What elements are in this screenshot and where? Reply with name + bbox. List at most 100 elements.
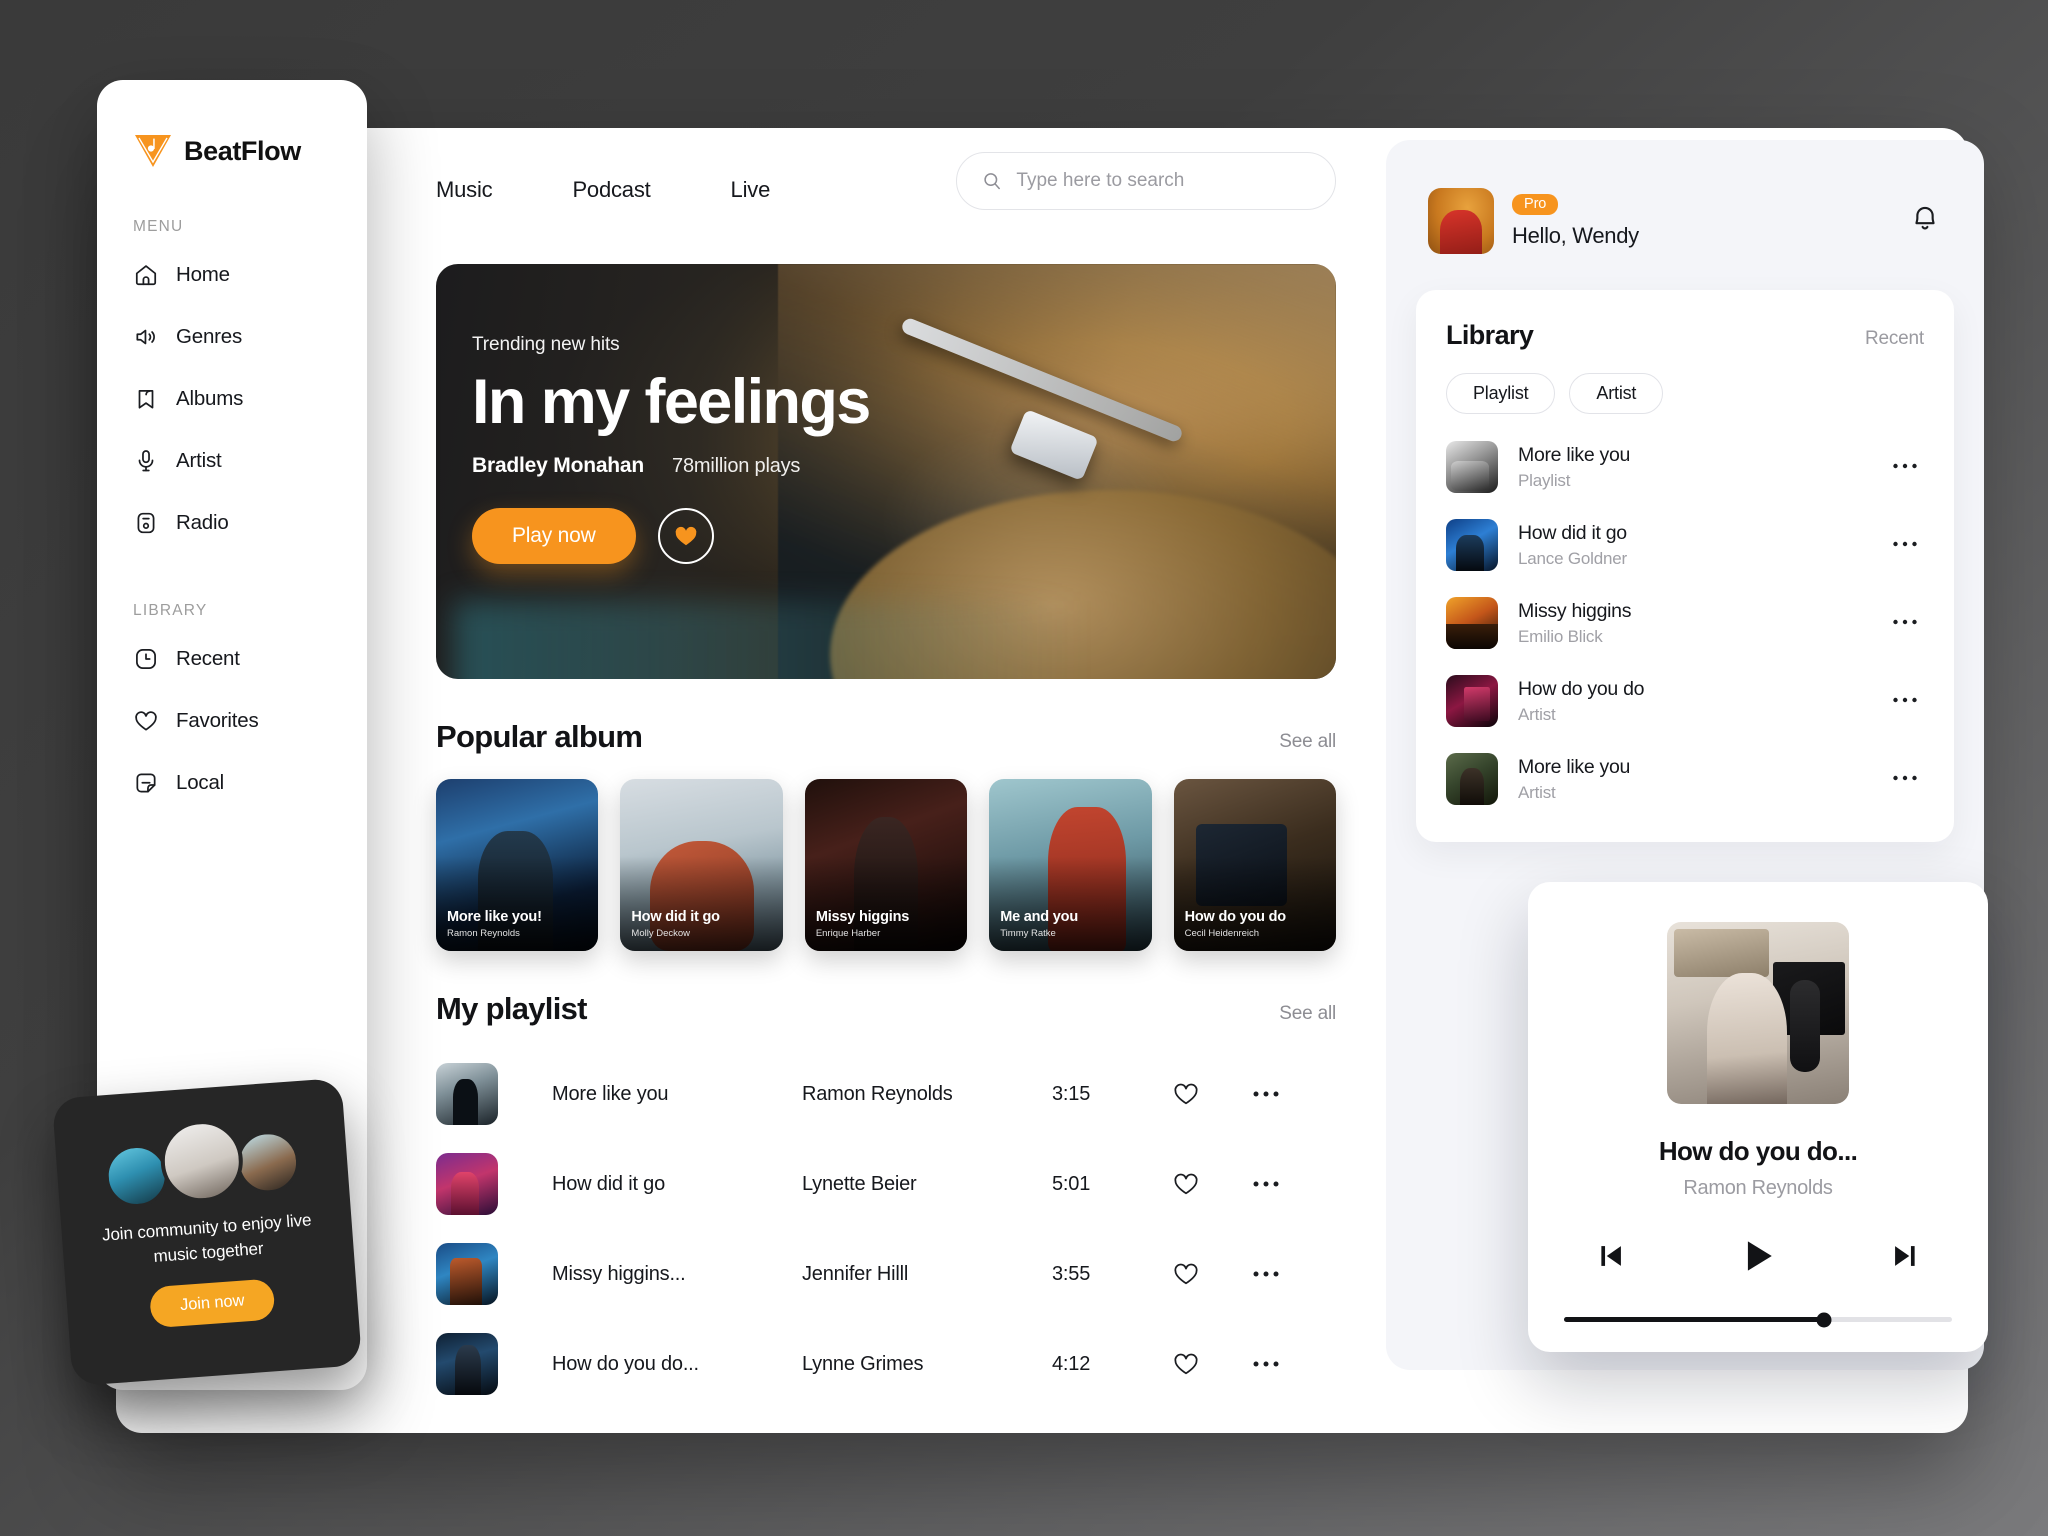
album-card[interactable]: How do you do Cecil Heidenreich xyxy=(1173,779,1337,951)
track-artwork xyxy=(436,1243,498,1305)
library-recent-filter[interactable]: Recent xyxy=(1865,328,1924,350)
ellipsis-icon xyxy=(1893,697,1917,703)
library-item-more-button[interactable] xyxy=(1892,536,1924,554)
track-like-button[interactable] xyxy=(1172,1170,1252,1198)
library-item-artwork xyxy=(1446,675,1498,727)
list-item[interactable]: More like you Playlist xyxy=(1446,428,1924,506)
album-title: More like you! xyxy=(447,909,542,925)
list-item[interactable]: More like you Artist xyxy=(1446,740,1924,818)
sidebar-item-label: Recent xyxy=(176,647,240,670)
play-pause-button[interactable] xyxy=(1736,1234,1780,1281)
library-item-artwork xyxy=(1446,441,1498,493)
status-badge: Pro xyxy=(1512,193,1559,215)
avatar[interactable] xyxy=(1428,188,1494,254)
hero-like-button[interactable] xyxy=(657,508,714,565)
table-row[interactable]: Missy higgins... Jennifer Hilll 3:55 xyxy=(436,1229,1336,1319)
library-section-label: LIBRARY xyxy=(133,602,208,619)
track-artist: Lynne Grimes xyxy=(802,1352,924,1375)
brand-name: BeatFlow xyxy=(184,135,301,166)
library-item-text: More like you Playlist xyxy=(1518,444,1872,491)
track-duration: 5:01 xyxy=(1052,1172,1091,1195)
heart-icon xyxy=(1174,1173,1198,1195)
play-now-button[interactable]: Play now xyxy=(472,508,636,565)
album-card[interactable]: Me and you Timmy Ratke xyxy=(989,779,1152,951)
my-playlist-table: More like you Ramon Reynolds 3:15 How di… xyxy=(436,1049,1336,1409)
join-now-button[interactable]: Join now xyxy=(148,1278,276,1329)
avatar xyxy=(157,1117,246,1206)
heart-icon xyxy=(1174,1353,1198,1375)
library-item-more-button[interactable] xyxy=(1892,458,1924,476)
tab-artist[interactable]: Artist xyxy=(1569,373,1664,414)
table-row[interactable]: How do you do... Lynne Grimes 4:12 xyxy=(436,1319,1336,1409)
player-controls xyxy=(1528,1234,1988,1281)
tab-podcast[interactable]: Podcast xyxy=(572,177,650,203)
track-more-button[interactable] xyxy=(1252,1268,1312,1280)
sidebar-item-artist[interactable]: Artist xyxy=(97,430,367,492)
sidebar-item-favorites[interactable]: Favorites xyxy=(97,690,367,752)
heart-icon xyxy=(1174,1263,1198,1285)
table-row[interactable]: More like you Ramon Reynolds 3:15 xyxy=(436,1049,1336,1139)
next-track-button[interactable] xyxy=(1888,1239,1922,1276)
sidebar-item-genres[interactable]: Genres xyxy=(97,306,367,368)
list-item[interactable]: How do you do Artist xyxy=(1446,662,1924,740)
library-item-subtitle: Lance Goldner xyxy=(1518,548,1627,568)
notifications-button[interactable] xyxy=(1908,200,1942,237)
hero-actions: Play now xyxy=(472,508,1336,565)
track-name: How did it go xyxy=(552,1172,666,1195)
progress-knob[interactable] xyxy=(1816,1312,1832,1327)
heart-icon xyxy=(135,711,157,731)
album-artist: Enrique Harber xyxy=(815,928,881,939)
tab-music[interactable]: Music xyxy=(436,177,493,203)
tab-playlist[interactable]: Playlist xyxy=(1446,373,1556,414)
progress-fill xyxy=(1564,1317,1824,1322)
list-item[interactable]: How did it go Lance Goldner xyxy=(1446,506,1924,584)
library-item-name: More like you xyxy=(1518,443,1631,466)
album-card[interactable]: Missy higgins Enrique Harber xyxy=(804,779,968,951)
sidebar-item-label: Local xyxy=(176,771,225,794)
bell-icon xyxy=(1915,206,1935,230)
album-card[interactable]: More like you! Ramon Reynolds xyxy=(436,779,599,951)
track-like-button[interactable] xyxy=(1172,1350,1252,1378)
now-playing-artist: Ramon Reynolds xyxy=(1683,1177,1833,1199)
track-more-button[interactable] xyxy=(1252,1358,1312,1370)
see-all-my-playlist[interactable]: See all xyxy=(1279,1003,1336,1025)
album-title: Me and you xyxy=(1000,909,1078,925)
greeting-text: Hello, Wendy xyxy=(1512,222,1639,248)
track-more-button[interactable] xyxy=(1252,1088,1312,1100)
sidebar-item-radio[interactable]: Radio xyxy=(97,492,367,554)
track-artwork xyxy=(436,1063,498,1125)
see-all-popular-album[interactable]: See all xyxy=(1279,731,1336,753)
progress-bar[interactable] xyxy=(1564,1312,1952,1327)
album-card[interactable]: How did it go Molly Deckow xyxy=(620,779,783,951)
popular-album-header: Popular album See all xyxy=(436,719,1336,755)
track-like-button[interactable] xyxy=(1172,1080,1252,1108)
track-like-button[interactable] xyxy=(1172,1260,1252,1288)
sidebar-item-local[interactable]: Local xyxy=(97,752,367,814)
sidebar-item-recent[interactable]: Recent xyxy=(97,628,367,690)
microphone-icon xyxy=(138,450,154,472)
heart-icon xyxy=(1174,1083,1198,1105)
beatflow-logo-icon xyxy=(135,135,171,167)
skip-forward-icon xyxy=(1895,1246,1915,1266)
sidebar-item-albums[interactable]: Albums xyxy=(97,368,367,430)
album-caption: Me and you Timmy Ratke xyxy=(1000,909,1143,939)
library-card: Library Recent Playlist Artist More like… xyxy=(1416,290,1954,842)
ellipsis-icon xyxy=(1253,1361,1279,1367)
previous-track-button[interactable] xyxy=(1594,1239,1628,1276)
sidebar-item-home[interactable]: Home xyxy=(97,244,367,306)
table-row[interactable]: How did it go Lynette Beier 5:01 xyxy=(436,1139,1336,1229)
track-more-button[interactable] xyxy=(1252,1178,1312,1190)
list-item[interactable]: Missy higgins Emilio Blick xyxy=(1446,584,1924,662)
library-item-name: More like you xyxy=(1518,755,1631,778)
hero-banner[interactable]: Trending new hits In my feelings Bradley… xyxy=(436,264,1336,679)
track-name: Missy higgins... xyxy=(552,1262,686,1285)
ellipsis-icon xyxy=(1893,463,1917,469)
tab-live[interactable]: Live xyxy=(731,177,771,203)
library-item-artwork xyxy=(1446,597,1498,649)
library-item-more-button[interactable] xyxy=(1892,770,1924,788)
search-box[interactable] xyxy=(956,152,1336,210)
library-item-more-button[interactable] xyxy=(1892,692,1924,710)
library-item-more-button[interactable] xyxy=(1892,614,1924,632)
search-input[interactable] xyxy=(1016,170,1311,192)
menu-section-label: MENU xyxy=(133,218,184,235)
